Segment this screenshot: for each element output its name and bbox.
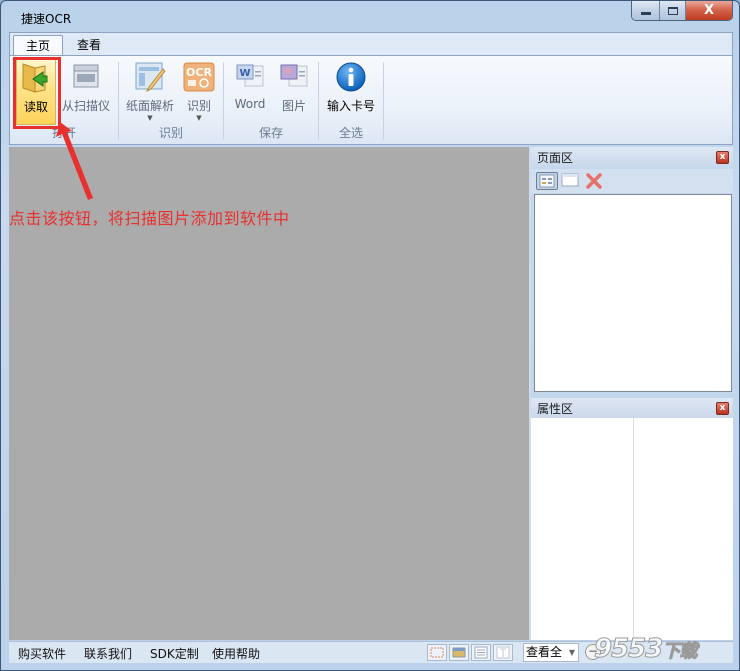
save-word-button[interactable]: W Word [232,59,268,111]
close-icon: x [719,403,726,413]
scanner-button[interactable]: 从扫描仪 [60,59,112,114]
group-select-all: 输入卡号 全选 [319,56,383,144]
save-image-button[interactable]: 图片 [276,59,312,114]
tab-view[interactable]: 查看 [65,35,113,57]
maximize-icon [667,6,678,15]
view-mode-value: 查看全 [526,645,563,659]
chevron-down-icon: ▼ [568,648,575,657]
ocr-icon: OCR [182,61,216,93]
delete-page-button[interactable] [584,172,606,190]
chevron-down-icon: ▼ [196,114,202,122]
recognize-button[interactable]: OCR 识别 ▼ [181,59,217,122]
page-panel-header: 页面区 x [531,147,733,167]
text-format-icon [496,646,510,659]
watermark: 9553下载 [593,634,698,665]
annotation-text: 点击该按钮，将扫描图片添加到软件中 [9,209,290,228]
fit-page-icon [430,647,444,658]
props-panel-title: 属性区 [537,402,574,416]
svg-text:OCR: OCR [186,66,212,79]
list-view-icon [561,173,579,187]
group-recognize: 纸面解析 ▼ OCR 识别 ▼ 识别 [119,56,223,144]
group-separator [383,62,384,140]
layout-analysis-icon [133,61,167,93]
close-button[interactable]: X [686,1,732,20]
info-icon [334,61,368,93]
view-mode-select[interactable]: 查看全 ▼ [523,643,579,662]
save-image-label: 图片 [281,99,306,113]
properties-grid[interactable] [531,418,733,640]
word-doc-icon: W [233,61,267,93]
text-view-icon [474,646,488,659]
thumbnail-view-button[interactable] [536,172,558,190]
enter-card-number-button[interactable]: 输入卡号 [323,59,379,114]
close-icon: X [703,3,715,18]
group-save: W Word 图片 保存 [224,56,318,144]
image-view-icon [452,647,466,658]
maximize-button[interactable] [660,1,686,20]
scanner-icon [69,61,103,93]
fit-page-button[interactable] [427,644,447,661]
page-panel-close-button[interactable]: x [716,151,729,164]
watermark-suffix: 下载 [662,641,698,663]
enter-card-number-label: 输入卡号 [326,99,375,113]
group-save-label: 保存 [258,126,283,140]
delete-icon [586,173,602,189]
layout-analysis-button[interactable]: 纸面解析 ▼ [123,59,177,122]
ribbon-panel: 读取 从扫描仪 打开 纸面解析 ▼ OCR 识别 ▼ 识别 W Word 图片 … [9,55,733,145]
scanner-button-label: 从扫描仪 [61,99,110,113]
highlight-box [13,57,61,129]
window-controls: X [631,1,733,21]
properties-column-divider [633,418,634,640]
help-link[interactable]: 使用帮助 [212,645,260,662]
props-panel-close-button[interactable]: x [716,402,729,415]
minimize-icon [640,12,651,15]
group-recognize-label: 识别 [158,126,183,140]
save-word-label: Word [234,97,266,111]
ribbon-tab-bar: 主页 查看 [9,32,733,57]
window-title: 捷速OCR [21,12,72,26]
props-panel-header: 属性区 x [531,398,733,418]
text-view-button[interactable] [471,644,491,661]
page-list[interactable] [534,194,732,392]
view-mode-buttons [427,644,513,661]
watermark-text: 9553 [593,634,663,665]
sdk-custom-link[interactable]: SDK定制 [150,645,199,662]
tab-home[interactable]: 主页 [13,35,64,57]
page-panel-title: 页面区 [537,151,574,165]
title-bar[interactable]: 捷速OCR X [1,1,739,33]
close-icon: x [719,152,726,162]
group-select-all-label: 全选 [338,126,363,140]
text-only-button[interactable] [493,644,513,661]
buy-software-link[interactable]: 购买软件 [18,645,66,662]
minimize-button[interactable] [632,1,660,20]
svg-text:W: W [239,68,250,79]
image-file-icon [277,61,311,93]
chevron-down-icon: ▼ [147,114,153,122]
recognize-label: 识别 [186,99,211,113]
page-panel-toolbar [531,169,733,193]
image-view-button[interactable] [449,644,469,661]
layout-analysis-label: 纸面解析 [125,99,174,113]
app-window: 捷速OCR X 主页 查看 读取 从扫描仪 打开 纸面解析 ▼ OCR 识别 ▼… [0,0,740,671]
contact-us-link[interactable]: 联系我们 [84,645,132,662]
thumbnail-view-icon [539,174,555,188]
list-view-button[interactable] [560,172,582,190]
